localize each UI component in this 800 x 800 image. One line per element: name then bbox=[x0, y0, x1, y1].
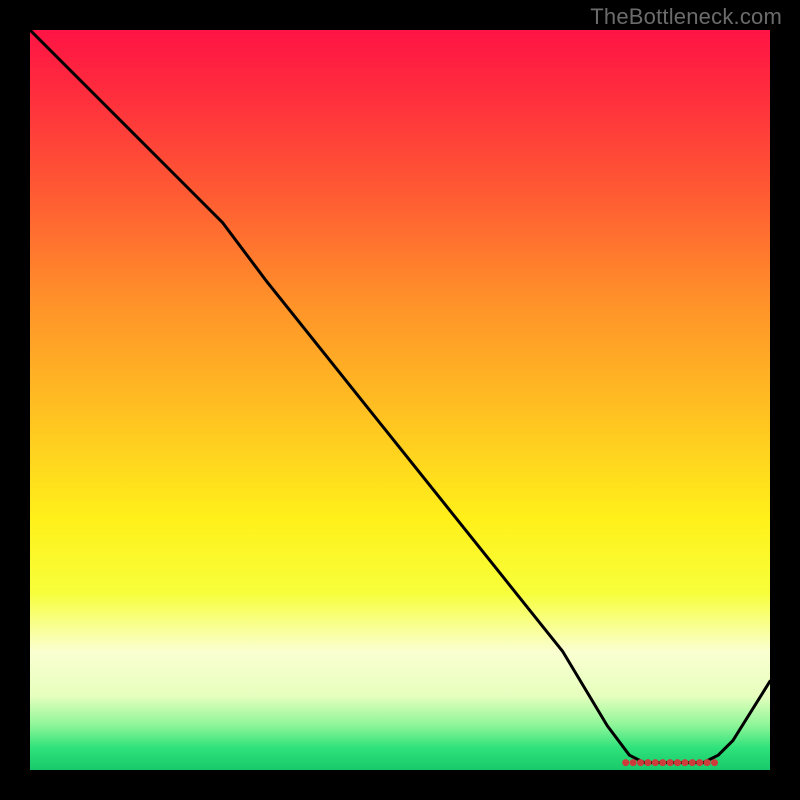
marker-dot bbox=[630, 759, 637, 766]
marker-dot bbox=[637, 759, 644, 766]
marker-dot bbox=[704, 759, 711, 766]
chart-plot bbox=[30, 30, 770, 770]
marker-dot bbox=[696, 759, 703, 766]
marker-dot bbox=[652, 759, 659, 766]
chart-frame: TheBottleneck.com bbox=[0, 0, 800, 800]
marker-dot bbox=[667, 759, 674, 766]
watermark-text: TheBottleneck.com bbox=[590, 4, 782, 30]
marker-dot bbox=[681, 759, 688, 766]
marker-dot bbox=[711, 759, 718, 766]
chart-line bbox=[30, 30, 770, 763]
marker-dot bbox=[689, 759, 696, 766]
marker-dot bbox=[674, 759, 681, 766]
marker-dot bbox=[644, 759, 651, 766]
marker-dot bbox=[622, 759, 629, 766]
marker-dot bbox=[659, 759, 666, 766]
